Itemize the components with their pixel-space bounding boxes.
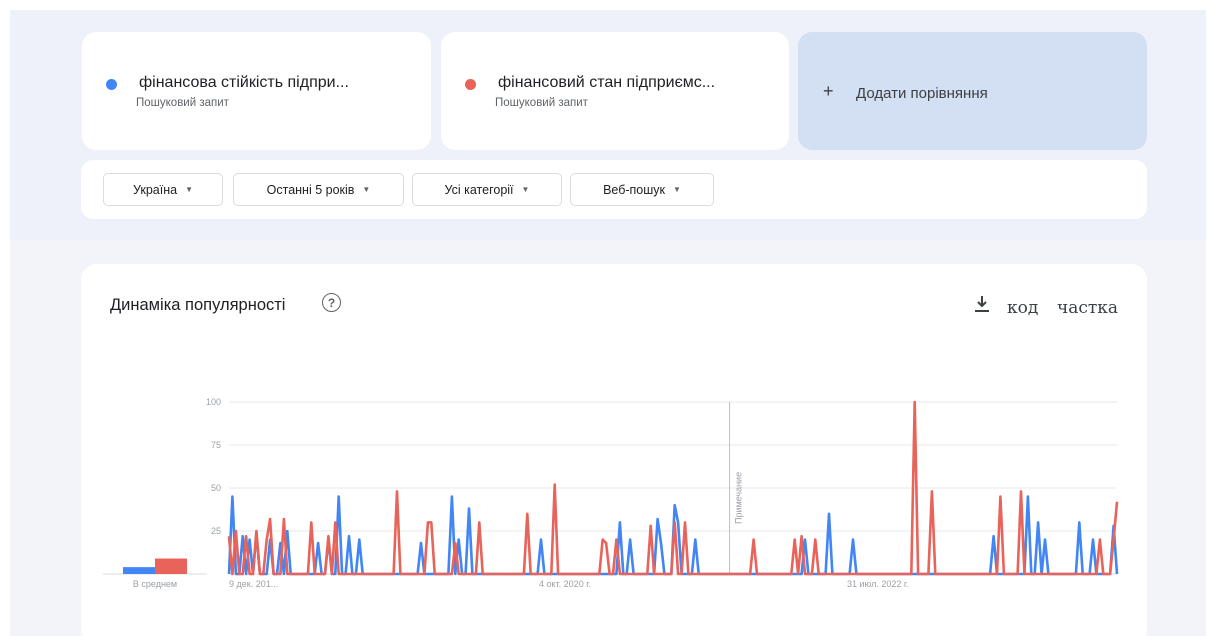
term-name: фінансова стійкість підпри... xyxy=(139,74,349,91)
x-tick-label: 4 окт. 2020 г. xyxy=(539,579,591,589)
interest-chart: 100 75 50 25 Примечание 9 дек. 201... 4 окт. 2… xyxy=(103,397,1119,589)
average-bar-term-1 xyxy=(123,567,155,574)
x-tick-label: 9 дек. 201... xyxy=(229,579,278,589)
add-comparison-button[interactable]: + Додати порівняння xyxy=(798,32,1147,150)
region-filter-label: Україна xyxy=(132,182,178,197)
average-label: В среднем xyxy=(133,579,177,589)
y-tick-label: 25 xyxy=(211,526,221,536)
y-tick-label: 75 xyxy=(211,440,221,450)
search-type-filter-label: Веб-пошук xyxy=(603,182,666,197)
dropdown-arrow-icon: ▼ xyxy=(362,185,371,194)
interest-over-time-card: Динаміка популярності ? код частка 100 75… xyxy=(81,264,1147,636)
term-type: Пошуковий запит xyxy=(136,97,229,109)
add-comparison-label: Додати порівняння xyxy=(856,85,988,102)
term-color-dot xyxy=(106,79,117,90)
term-name: фінансовий стан підприємс... xyxy=(498,74,716,91)
search-term-card-2[interactable]: фінансовий стан підприємс... Пошуковий з… xyxy=(441,32,789,150)
average-bars-group xyxy=(103,558,207,575)
term-type: Пошуковий запит xyxy=(495,97,588,109)
x-tick-label: 31 июл. 2022 г. xyxy=(847,579,909,589)
category-filter-label: Усі категорії xyxy=(444,182,514,197)
plus-icon: + xyxy=(823,81,834,101)
region-filter[interactable]: Україна ▼ xyxy=(103,173,223,206)
time-range-filter-label: Останні 5 років xyxy=(266,182,355,197)
filter-bar: Україна ▼ Останні 5 років ▼ Усі категорі… xyxy=(81,160,1147,219)
dropdown-arrow-icon: ▼ xyxy=(521,185,530,194)
time-range-filter[interactable]: Останні 5 років ▼ xyxy=(233,173,404,206)
dropdown-arrow-icon: ▼ xyxy=(185,185,193,194)
search-term-card-1[interactable]: фінансова стійкість підпри... Пошуковий … xyxy=(82,32,431,150)
term-color-dot xyxy=(465,79,476,90)
dropdown-arrow-icon: ▼ xyxy=(673,185,681,194)
average-bar-term-2 xyxy=(155,558,187,574)
y-tick-label: 100 xyxy=(206,397,221,407)
annotation-label: Примечание xyxy=(734,472,744,524)
y-tick-label: 50 xyxy=(211,483,221,493)
search-type-filter[interactable]: Веб-пошук ▼ xyxy=(570,173,714,206)
category-filter[interactable]: Усі категорії ▼ xyxy=(412,173,562,206)
